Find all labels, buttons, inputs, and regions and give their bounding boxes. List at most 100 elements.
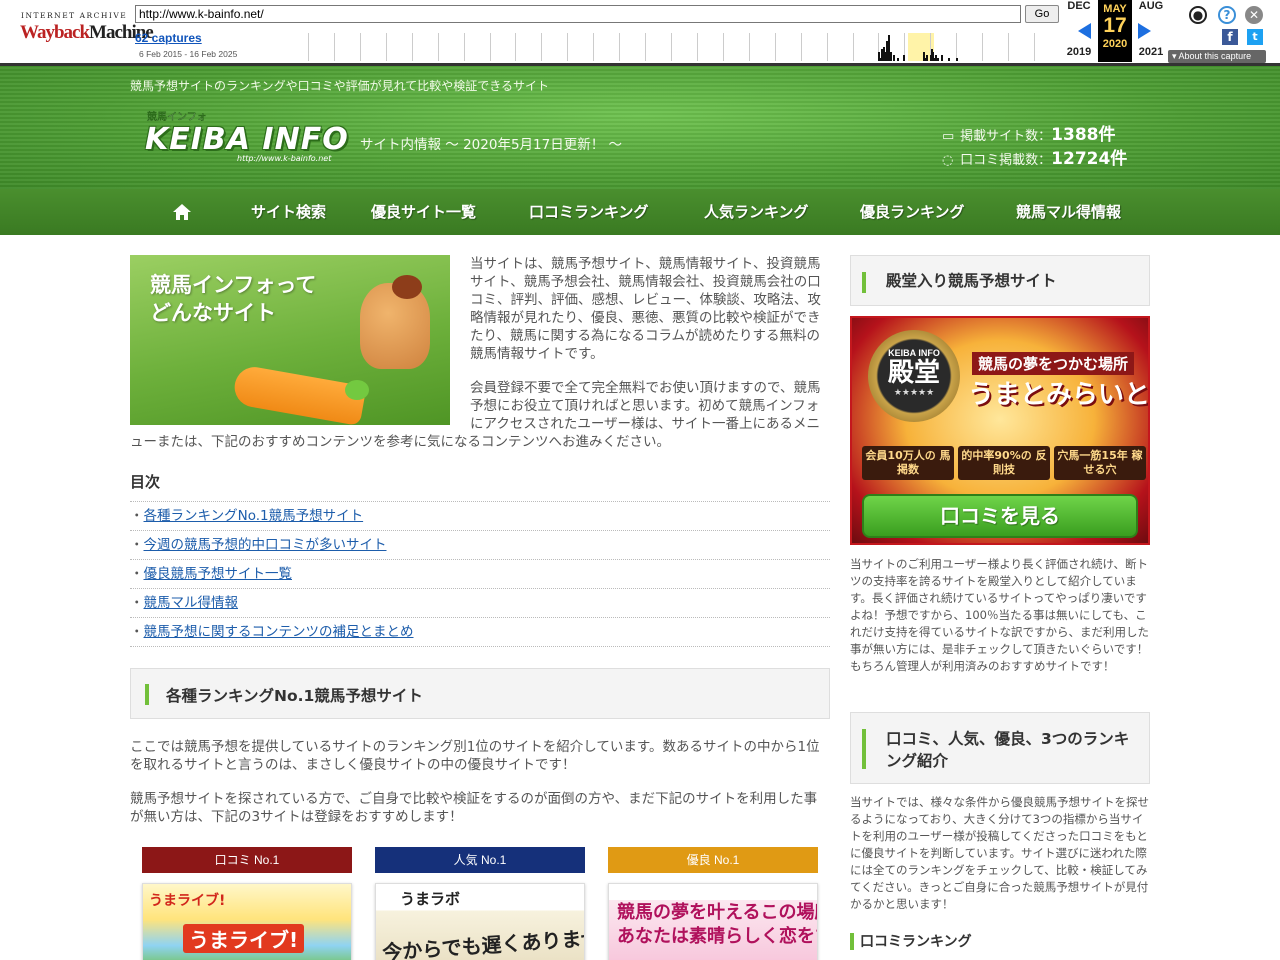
close-icon[interactable]: ✕ [1245,6,1263,24]
wayback-url-input[interactable] [135,5,1021,23]
heading-accent [850,933,854,950]
hero-title: 競馬インフォって どんなサイト [150,273,317,325]
toc-item: ・優良競馬予想サイト一覧 [130,560,830,589]
heading-accent [145,684,149,705]
sidebar-heading-text: 口コミランキング [860,934,972,950]
nav-good-sites[interactable]: 優良サイト一覧 [371,189,476,235]
site-update-info: サイト内情報 〜 2020年5月17日更新！ 〜 [360,137,622,153]
heading-accent [862,729,866,769]
banner-feature: 穴馬一筋15年 稼せる穴 [1054,446,1146,480]
sparkline-bar [948,58,950,61]
nav-site-search[interactable]: サイト検索 [251,189,326,235]
wayback-next-year[interactable]: 2021 [1133,46,1169,58]
wayback-logo-text: WaybackMachine [20,22,154,43]
sparkline-bar [933,58,935,61]
nav-home[interactable] [172,189,192,235]
view-reviews-button[interactable]: 口コミを見る [862,494,1138,538]
toc-title: 目次 [130,473,161,491]
section-paragraph-2: 競馬予想サイトを探されている方で、ご自身で比較や検証をするのが面倒の方や、まだ下… [130,791,818,825]
wayback-prev-arrow-icon[interactable] [1078,23,1091,39]
wayback-capture-range: 6 Feb 2015 - 16 Feb 2025 [139,49,238,59]
wayback-next-month[interactable]: AUG [1133,0,1169,12]
sidebar-heading-text: 口コミ、人気、優良、3つのランキング紹介 [886,730,1130,770]
rank-card-caption: うまライブ! [149,893,226,909]
wayback-logo[interactable]: INTERNET ARCHIVE WaybackMachine [14,6,154,54]
intro-paragraph-2: 会員登録不要で全て完全無料でお使い頂けますので、競馬予想にお役立て頂ければと思い… [130,380,821,450]
rank-card-popular[interactable]: うまラボ 今からでも遅くありません! [375,883,585,960]
wayback-current-day: 17 [1103,14,1127,37]
rank-head-quality: 優良 No.1 [608,847,818,873]
banner-tagline: 競馬の夢をつかむ場所 [972,352,1135,375]
rank-head-review: 口コミ No.1 [142,847,352,873]
rank-card-subcaption: うまライブ! [183,924,305,953]
stat-sites: ▭ 掲載サイト数：1388件 [942,125,1116,145]
sparkline-bar [884,52,886,61]
toc-link-ranking[interactable]: 各種ランキングNo.1競馬予想サイト [144,508,364,524]
sparkline-bar [879,58,881,61]
site-header: 競馬予想サイトのランキングや口コミや評価が見れて比較や検証できるサイト 競馬イン… [0,66,1280,189]
sparkline-bar [935,55,937,61]
wayback-prev-month[interactable]: DEC [1061,0,1097,12]
nav-popular-ranking[interactable]: 人気ランキング [704,189,809,235]
rank-card-review[interactable]: うまライブ! うまライブ! [142,883,352,960]
nav-review-ranking[interactable]: 口コミランキング [529,189,649,235]
wayback-logo-top: INTERNET ARCHIVE [21,11,128,20]
rank-head-popular: 人気 No.1 [375,847,585,873]
sidebar-heading-hall-of-fame: 殿堂入り競馬予想サイト [850,255,1150,306]
rank-card-quality[interactable]: 競馬の夢を叶えるこの場所に あなたは素晴らしく恋をする [608,883,818,960]
help-icon[interactable]: ? [1218,6,1236,24]
rank-card-subcaption: あなたは素晴らしく恋をする [617,926,817,947]
heading-accent [862,272,866,293]
twitter-icon[interactable]: t [1247,29,1263,45]
toc-link-deals[interactable]: 競馬マル得情報 [144,595,239,611]
section-paragraph-1: ここでは競馬予想を提供しているサイトのランキング別1位のサイトを紹介しています。… [130,739,820,773]
toc-item: ・競馬予想に関するコンテンツの補足とまとめ [130,618,830,647]
sparkline-bar [937,58,939,61]
comment-icon: ◌ [942,153,954,168]
intro-paragraph-1: 当サイトは、競馬予想サイト、競馬情報サイト、投資競馬サイト、競馬予想会社、競馬情… [470,256,821,362]
toc-item: ・各種ランキングNo.1競馬予想サイト [130,502,830,531]
sidebar-heading-rankings: 口コミ、人気、優良、3つのランキング紹介 [850,712,1150,784]
user-icon[interactable]: ● [1189,6,1207,24]
sparkline-bar [956,58,958,61]
toc-link-weekly[interactable]: 今週の競馬予想的中口コミが多いサイト [144,537,387,553]
wayback-prev-year[interactable]: 2019 [1061,46,1097,58]
wayback-next-arrow-icon[interactable] [1138,23,1151,39]
wayback-toolbar: INTERNET ARCHIVE WaybackMachine Go 62 ca… [0,0,1280,66]
section-heading-ranking: 各種ランキングNo.1競馬予想サイト [130,668,830,719]
nav-deals[interactable]: 競馬マル得情報 [1016,189,1121,235]
horse-mane [392,275,422,299]
logo-main: KEIBA INFO [145,122,349,157]
sparkline-bar [941,55,943,61]
sidebar-paragraph-1: 当サイトのご利用ユーザー様より長く評価され続け、断トツの支持率を誇るサイトを殿堂… [850,557,1149,673]
main-nav: サイト検索 優良サイト一覧 口コミランキング 人気ランキング 優良ランキング 競… [0,189,1280,235]
site-tagline: 競馬予想サイトのランキングや口コミや評価が見れて比較や検証できるサイト [130,79,550,93]
wayback-sparkline[interactable] [308,33,1060,61]
section-title: 各種ランキングNo.1競馬予想サイト [166,687,423,705]
rank-card-subcaption: 今からでも遅くありません! [381,923,585,960]
rank-card-caption: 競馬の夢を叶えるこの場所に [617,902,817,923]
sparkline-bar [893,55,895,61]
sparkline-bar [926,55,928,61]
site-logo[interactable]: 競馬インフォ KEIBA INFO http://www.k-bainfo.ne… [145,104,350,166]
toc-link-summary[interactable]: 競馬予想に関するコンテンツの補足とまとめ [144,624,414,640]
wayback-current-year: 2020 [1102,38,1128,50]
horse-illustration [360,283,430,369]
wayback-go-button[interactable]: Go [1025,5,1059,23]
toc-item: ・競馬マル得情報 [130,589,830,618]
sparkline-bar [924,58,926,61]
facebook-icon[interactable]: f [1222,29,1238,45]
about-capture-button[interactable]: ▾ About this capture [1168,50,1266,63]
wayback-current-date: MAY 17 2020 [1098,0,1132,62]
nav-quality-ranking[interactable]: 優良ランキング [860,189,965,235]
toc-link-good-sites[interactable]: 優良競馬予想サイト一覧 [144,566,293,582]
sparkline-bar [888,35,890,61]
logo-url: http://www.k-bainfo.net [237,154,332,163]
toc-item: ・今週の競馬予想的中口コミが多いサイト [130,531,830,560]
sidebar-paragraph-2: 当サイトでは、様々な条件から優良競馬予想サイトを探せるようになっており、大きく分… [850,795,1149,911]
sidebar-heading-review-ranking: 口コミランキング [850,931,1150,953]
logo-kana: 競馬インフォ [147,112,207,123]
hall-of-fame-banner[interactable]: KEIBA INFO 殿堂 ★★★★★ 競馬の夢をつかむ場所 うまとみらいと 会… [850,316,1150,545]
wayback-captures-link[interactable]: 62 captures [135,31,202,45]
hall-of-fame-emblem: KEIBA INFO 殿堂 ★★★★★ [868,330,960,422]
